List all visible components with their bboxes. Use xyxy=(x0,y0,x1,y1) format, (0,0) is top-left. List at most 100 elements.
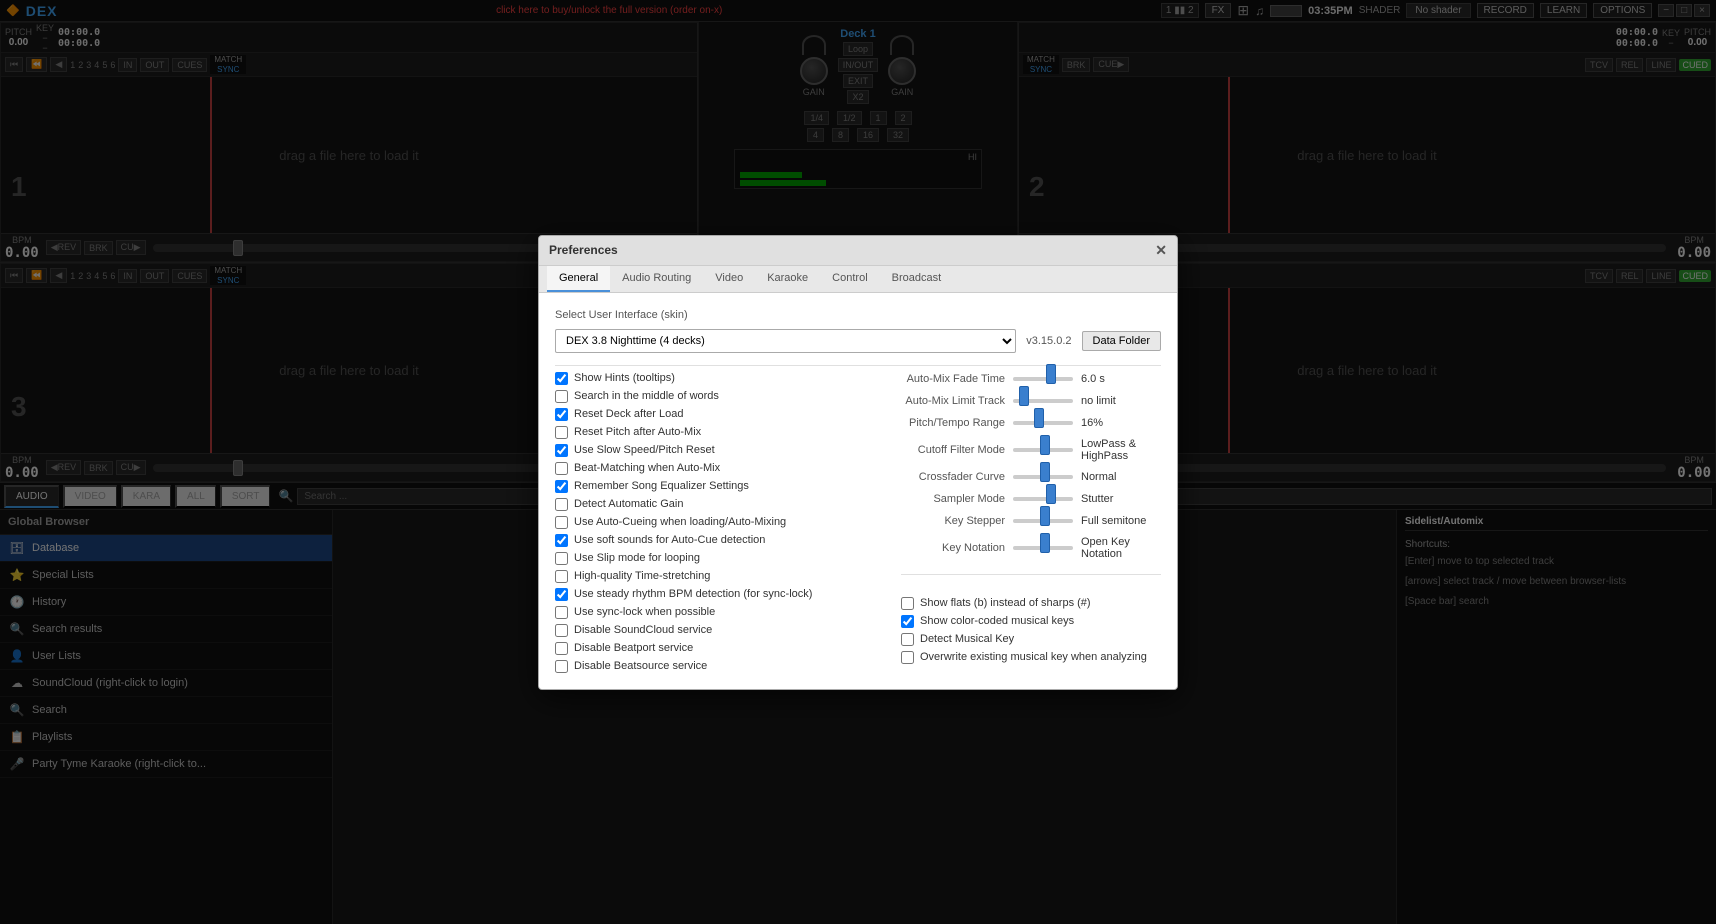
slider-automix-limit-track[interactable] xyxy=(1013,394,1073,408)
cb-detect-musical-label: Detect Musical Key xyxy=(920,633,1014,645)
cb-beat-matching-input[interactable] xyxy=(555,462,568,475)
cb-disable-bp: Disable Beatport service xyxy=(555,642,877,655)
tab-broadcast[interactable]: Broadcast xyxy=(880,266,954,292)
modal-title: Preferences xyxy=(549,243,618,257)
data-folder-button[interactable]: Data Folder xyxy=(1082,331,1161,351)
slider-cutoff-track[interactable] xyxy=(1013,443,1073,457)
modal-overlay: Preferences ✕ General Audio Routing Vide… xyxy=(0,0,1716,924)
cb-remember-eq-label: Remember Song Equalizer Settings xyxy=(574,480,749,492)
slider-automix-fade-track[interactable] xyxy=(1013,372,1073,386)
cb-beat-matching-label: Beat-Matching when Auto-Mix xyxy=(574,462,720,474)
cb-hq-stretch: High-quality Time-stretching xyxy=(555,570,877,583)
cb-sync-lock-label: Use sync-lock when possible xyxy=(574,606,715,618)
cb-beat-matching: Beat-Matching when Auto-Mix xyxy=(555,462,877,475)
slider-crossfader-thumb[interactable] xyxy=(1040,462,1050,482)
pref-right-col: Auto-Mix Fade Time 6.0 s Auto-Mix Limit … xyxy=(901,372,1161,673)
slider-pitch-range-thumb[interactable] xyxy=(1034,408,1044,428)
cb-overwrite-key-input[interactable] xyxy=(901,651,914,664)
slider-key-stepper-track[interactable] xyxy=(1013,514,1073,528)
cb-hq-stretch-input[interactable] xyxy=(555,570,568,583)
cb-show-flats-input[interactable] xyxy=(901,597,914,610)
slider-automix-limit: Auto-Mix Limit Track no limit xyxy=(901,394,1161,408)
cb-overwrite-key: Overwrite existing musical key when anal… xyxy=(901,651,1161,664)
cb-detect-musical-input[interactable] xyxy=(901,633,914,646)
cb-show-flats: Show flats (b) instead of sharps (#) xyxy=(901,597,1161,610)
cb-slip-mode-input[interactable] xyxy=(555,552,568,565)
slider-key-stepper-value: Full semitone xyxy=(1081,515,1161,527)
cb-soft-sounds: Use soft sounds for Auto-Cue detection xyxy=(555,534,877,547)
slider-sampler-track[interactable] xyxy=(1013,492,1073,506)
skin-select[interactable]: DEX 3.8 Nighttime (4 decks) xyxy=(555,329,1016,353)
cb-reset-deck-input[interactable] xyxy=(555,408,568,421)
tab-control[interactable]: Control xyxy=(820,266,879,292)
cb-disable-bs-input[interactable] xyxy=(555,660,568,673)
slider-automix-limit-value: no limit xyxy=(1081,395,1161,407)
cb-slip-mode: Use Slip mode for looping xyxy=(555,552,877,565)
slider-key-notation-label: Key Notation xyxy=(901,542,1005,554)
slider-sampler: Sampler Mode Stutter xyxy=(901,492,1161,506)
cb-show-hints-input[interactable] xyxy=(555,372,568,385)
slider-key-stepper-thumb[interactable] xyxy=(1040,506,1050,526)
cb-steady-bpm-label: Use steady rhythm BPM detection (for syn… xyxy=(574,588,812,600)
cb-reset-deck-label: Reset Deck after Load xyxy=(574,408,683,420)
slider-key-stepper: Key Stepper Full semitone xyxy=(901,514,1161,528)
cb-steady-bpm-input[interactable] xyxy=(555,588,568,601)
tab-karaoke[interactable]: Karaoke xyxy=(755,266,820,292)
slider-crossfader-label: Crossfader Curve xyxy=(901,471,1005,483)
slider-automix-fade-thumb[interactable] xyxy=(1046,364,1056,384)
slider-cutoff: Cutoff Filter Mode LowPass & HighPass xyxy=(901,438,1161,462)
slider-sampler-thumb[interactable] xyxy=(1046,484,1056,504)
cb-disable-bp-input[interactable] xyxy=(555,642,568,655)
slider-crossfader-track[interactable] xyxy=(1013,470,1073,484)
checkbox-section-right: Show flats (b) instead of sharps (#) Sho… xyxy=(901,597,1161,664)
cb-color-keys: Show color-coded musical keys xyxy=(901,615,1161,628)
skin-row: DEX 3.8 Nighttime (4 decks) v3.15.0.2 Da… xyxy=(555,329,1161,353)
slider-pitch-range: Pitch/Tempo Range 16% xyxy=(901,416,1161,430)
slider-automix-limit-thumb[interactable] xyxy=(1019,386,1029,406)
cb-sync-lock-input[interactable] xyxy=(555,606,568,619)
slider-pitch-range-value: 16% xyxy=(1081,417,1161,429)
cb-detect-gain: Detect Automatic Gain xyxy=(555,498,877,511)
tab-general[interactable]: General xyxy=(547,266,610,292)
cb-disable-sc-input[interactable] xyxy=(555,624,568,637)
cb-detect-gain-label: Detect Automatic Gain xyxy=(574,498,683,510)
cb-soft-sounds-label: Use soft sounds for Auto-Cue detection xyxy=(574,534,765,546)
cb-search-middle: Search in the middle of words xyxy=(555,390,877,403)
tab-audio-routing[interactable]: Audio Routing xyxy=(610,266,703,292)
slider-pitch-range-label: Pitch/Tempo Range xyxy=(901,417,1005,429)
modal-body: Select User Interface (skin) DEX 3.8 Nig… xyxy=(539,293,1177,689)
cb-auto-cue-label: Use Auto-Cueing when loading/Auto-Mixing xyxy=(574,516,786,528)
pref-columns: Show Hints (tooltips) Search in the midd… xyxy=(555,372,1161,673)
slider-pitch-range-track[interactable] xyxy=(1013,416,1073,430)
cb-auto-cue-input[interactable] xyxy=(555,516,568,529)
cb-color-keys-input[interactable] xyxy=(901,615,914,628)
slider-key-notation-value: Open Key Notation xyxy=(1081,536,1161,560)
cb-soft-sounds-input[interactable] xyxy=(555,534,568,547)
cb-color-keys-label: Show color-coded musical keys xyxy=(920,615,1074,627)
cb-remember-eq-input[interactable] xyxy=(555,480,568,493)
slider-crossfader-value: Normal xyxy=(1081,471,1161,483)
slider-key-notation-thumb[interactable] xyxy=(1040,533,1050,553)
cb-disable-sc: Disable SoundCloud service xyxy=(555,624,877,637)
slider-key-notation: Key Notation Open Key Notation xyxy=(901,536,1161,560)
modal-close-button[interactable]: ✕ xyxy=(1155,242,1167,259)
cb-reset-pitch-label: Reset Pitch after Auto-Mix xyxy=(574,426,701,438)
cb-search-middle-input[interactable] xyxy=(555,390,568,403)
cb-auto-cue: Use Auto-Cueing when loading/Auto-Mixing xyxy=(555,516,877,529)
tab-video[interactable]: Video xyxy=(703,266,755,292)
cb-reset-pitch-input[interactable] xyxy=(555,426,568,439)
slider-automix-fade-value: 6.0 s xyxy=(1081,373,1161,385)
cb-slow-speed-input[interactable] xyxy=(555,444,568,457)
slider-automix-limit-label: Auto-Mix Limit Track xyxy=(901,395,1005,407)
slider-sampler-label: Sampler Mode xyxy=(901,493,1005,505)
cb-slow-speed: Use Slow Speed/Pitch Reset xyxy=(555,444,877,457)
cb-detect-gain-input[interactable] xyxy=(555,498,568,511)
slider-cutoff-value: LowPass & HighPass xyxy=(1081,438,1161,462)
pref-left-col: Show Hints (tooltips) Search in the midd… xyxy=(555,372,877,673)
slider-key-notation-track[interactable] xyxy=(1013,541,1073,555)
cb-slip-mode-label: Use Slip mode for looping xyxy=(574,552,700,564)
cb-show-hints-label: Show Hints (tooltips) xyxy=(574,372,675,384)
slider-cutoff-thumb[interactable] xyxy=(1040,435,1050,455)
slider-automix-fade-label: Auto-Mix Fade Time xyxy=(901,373,1005,385)
cb-search-middle-label: Search in the middle of words xyxy=(574,390,719,402)
